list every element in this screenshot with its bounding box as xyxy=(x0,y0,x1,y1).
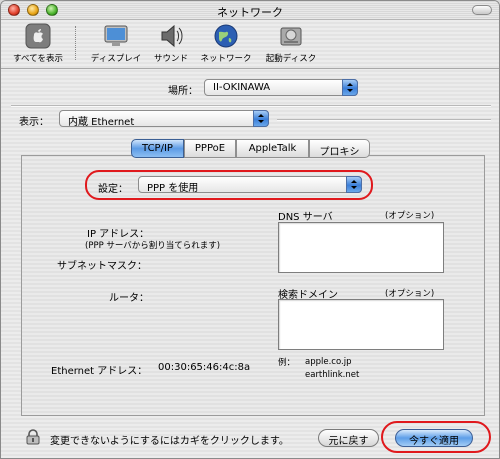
popup-arrows-icon xyxy=(342,79,358,96)
show-popup[interactable]: 内蔵 Ethernet xyxy=(59,110,269,128)
apple-icon xyxy=(25,23,51,49)
toolbar-divider xyxy=(75,26,76,60)
ip-address-label: IP アドレス： xyxy=(87,229,150,240)
show-label: 表示： xyxy=(19,117,49,128)
toolbar: すべてを表示 ディスプレイ サウンド ネットワーク 起動ディスク xyxy=(1,20,499,69)
divider xyxy=(277,119,491,121)
toolbar-item-show-all[interactable]: すべてを表示 xyxy=(8,23,68,64)
revert-button[interactable]: 元に戻す xyxy=(318,429,379,447)
show-value: 内蔵 Ethernet xyxy=(68,117,135,128)
tab-appletalk[interactable]: AppleTalk xyxy=(236,139,309,158)
toolbar-item-startup-disk[interactable]: 起動ディスク xyxy=(258,23,324,64)
popup-arrows-icon xyxy=(346,176,362,193)
ethernet-address-value: 00:30:65:46:4c:8a xyxy=(158,362,251,373)
tab-proxies[interactable]: プロキシ xyxy=(309,139,370,158)
display-icon xyxy=(104,25,128,46)
title-bar[interactable]: ネットワーク xyxy=(1,1,499,20)
dns-label: DNS サーバ xyxy=(278,212,333,223)
tab-tcpip[interactable]: TCP/IP xyxy=(131,139,184,158)
example-line-1: apple.co.jp xyxy=(305,357,352,367)
search-domains-optional-label: (オプション) xyxy=(385,289,435,299)
tab-pppoe[interactable]: PPPoE xyxy=(184,139,236,158)
toolbar-item-label: すべてを表示 xyxy=(13,54,63,64)
configure-label: 設定： xyxy=(98,184,128,195)
example-line-2: earthlink.net xyxy=(305,370,360,380)
lock-icon[interactable] xyxy=(26,429,40,445)
dns-servers-field[interactable] xyxy=(278,222,444,273)
lock-instruction-text: 変更できないようにするにはカギをクリックします。 xyxy=(50,436,289,447)
toolbar-item-label: ディスプレイ xyxy=(90,54,142,64)
search-domains-field[interactable] xyxy=(278,299,444,350)
toolbar-item-label: サウンド xyxy=(153,54,188,64)
ip-address-note: (PPP サーバから割り当てられます) xyxy=(85,241,221,251)
location-popup[interactable]: II-OKINAWA xyxy=(204,79,358,96)
window-title: ネットワーク xyxy=(217,6,283,19)
network-preferences-window: ネットワーク すべてを表示 ディスプレイ サウンド ネットワーク 起動ディスク … xyxy=(0,0,500,459)
subnet-mask-label: サブネットマスク： xyxy=(57,261,147,272)
ethernet-address-label: Ethernet アドレス： xyxy=(51,366,148,377)
router-label: ルータ： xyxy=(109,293,149,304)
example-label: 例： xyxy=(278,358,296,368)
toolbar-item-label: 起動ディスク xyxy=(265,54,317,64)
configure-value: PPP を使用 xyxy=(147,183,199,194)
location-value: II-OKINAWA xyxy=(213,82,271,93)
toolbar-item-sound[interactable]: サウンド xyxy=(146,23,196,64)
toolbar-item-display[interactable]: ディスプレイ xyxy=(86,23,146,64)
disk-icon xyxy=(280,27,302,46)
divider xyxy=(11,105,491,107)
toolbar-item-label: ネットワーク xyxy=(200,54,252,64)
globe-icon xyxy=(214,24,238,48)
location-label: 場所： xyxy=(168,86,198,97)
speaker-icon xyxy=(161,24,183,48)
popup-arrows-icon xyxy=(253,110,269,127)
configure-popup[interactable]: PPP を使用 xyxy=(138,176,362,194)
apply-now-button[interactable]: 今すぐ適用 xyxy=(395,429,473,447)
toolbar-toggle-button[interactable] xyxy=(472,5,492,15)
dns-optional-label: (オプション) xyxy=(385,211,435,221)
toolbar-item-network[interactable]: ネットワーク xyxy=(195,23,257,64)
